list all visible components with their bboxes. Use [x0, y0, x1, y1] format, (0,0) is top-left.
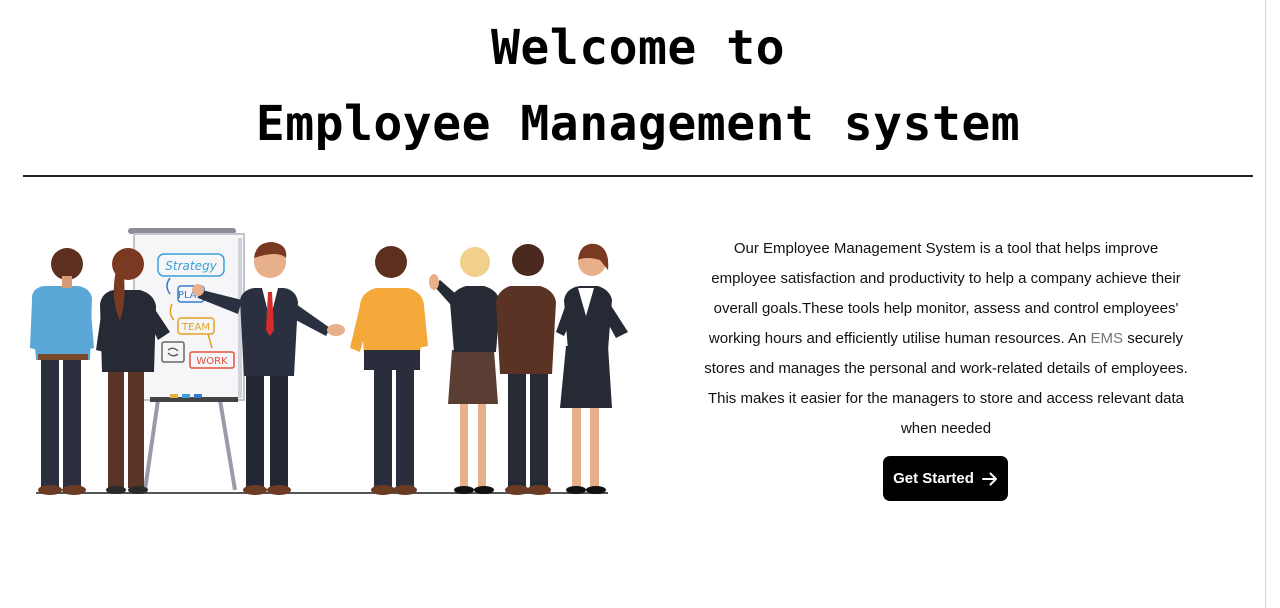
system-description: Our Employee Management System is a tool…: [700, 234, 1192, 444]
person-brown-jacket: [496, 244, 556, 495]
board-word-work: WORK: [196, 356, 228, 367]
ems-term: EMS: [1090, 330, 1124, 347]
person-orange-sweater: [350, 246, 428, 495]
person-blonde-woman: [429, 247, 500, 494]
person-woman-dress: [556, 243, 628, 494]
page-title-line2: Employee Management system: [255, 96, 1021, 152]
get-started-label: Get Started: [893, 470, 974, 487]
arrow-right-icon: [981, 472, 997, 485]
board-word-team: TEAM: [181, 322, 210, 333]
get-started-button[interactable]: Get Started: [883, 456, 1008, 501]
page-title-line1: Welcome to: [491, 20, 785, 76]
page-container: Welcome to Employee Management system St…: [0, 0, 1266, 608]
person-blue-shirt: [30, 248, 94, 495]
board-word-strategy: Strategy: [165, 259, 217, 273]
team-meeting-illustration: Strategy PLAN TEAM WORK: [30, 228, 628, 495]
title-divider: [23, 175, 1253, 177]
